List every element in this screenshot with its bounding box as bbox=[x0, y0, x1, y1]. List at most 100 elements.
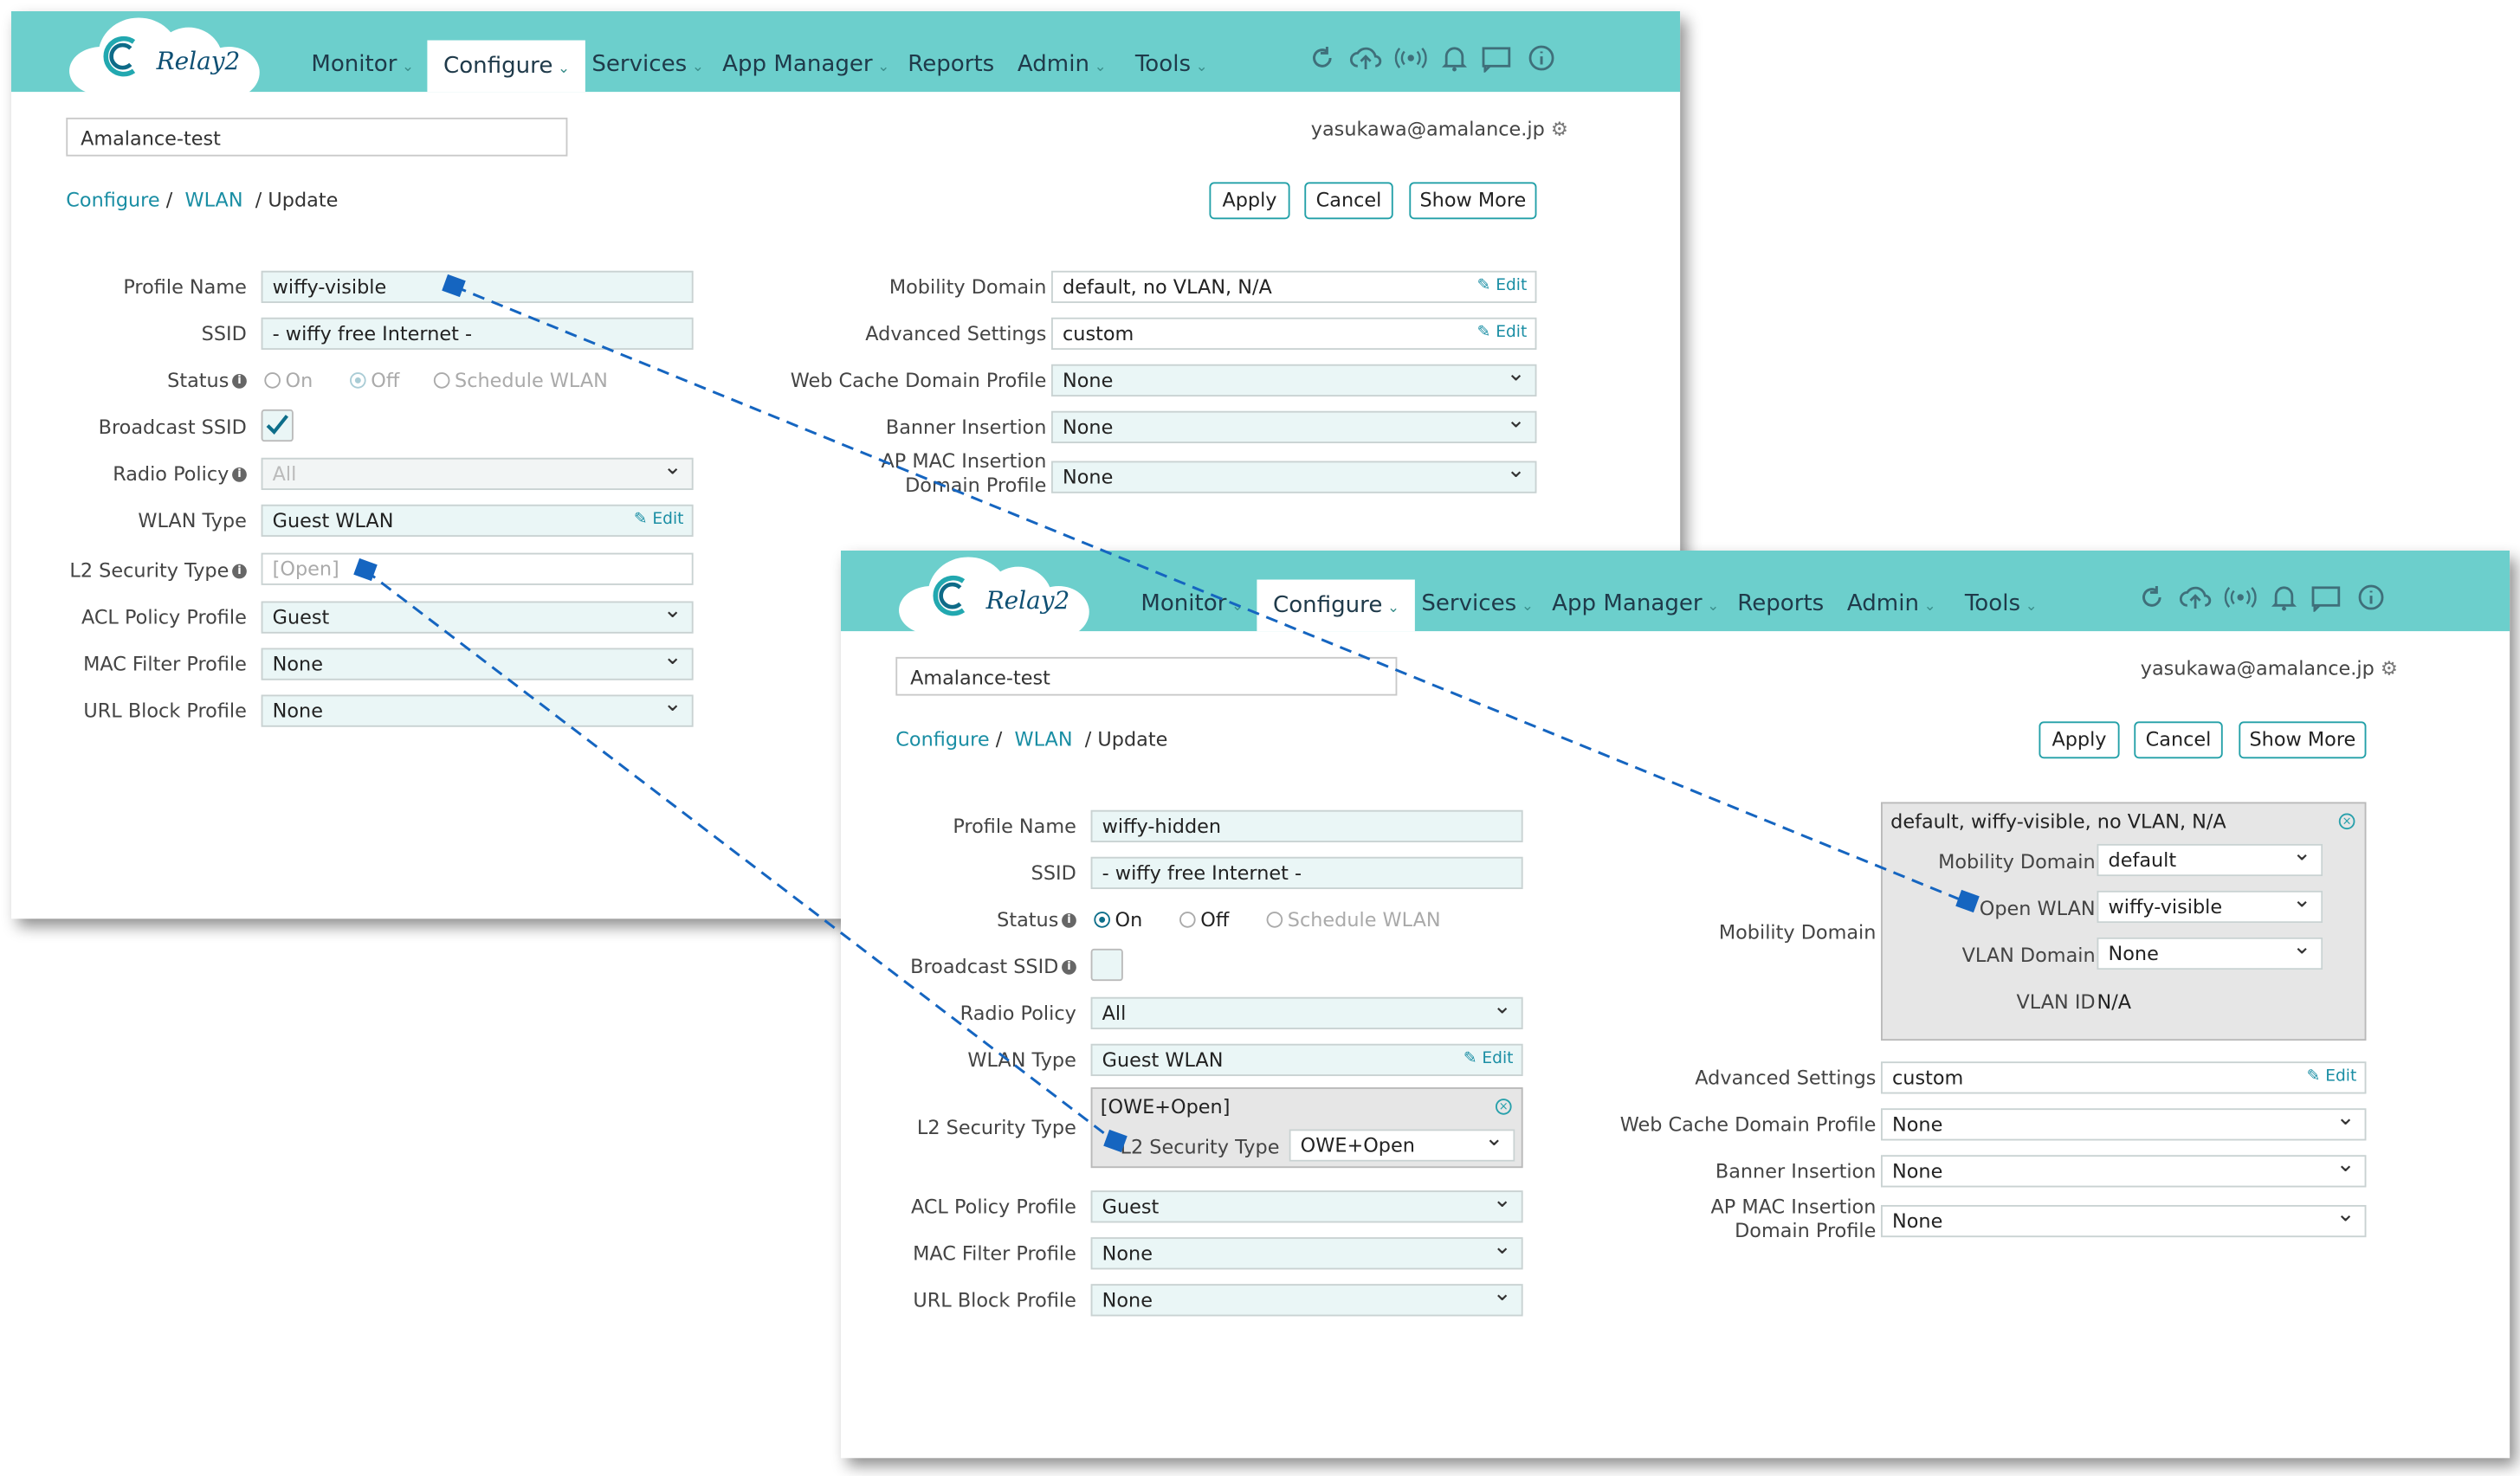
status-schedule-radio[interactable]: Schedule WLAN bbox=[433, 369, 608, 391]
profile-name-label: Profile Name bbox=[953, 815, 1076, 838]
chat-screen-icon[interactable] bbox=[2308, 583, 2343, 612]
advanced-settings-field[interactable]: custom ✎ Edit bbox=[1050, 317, 1537, 351]
status-off-radio[interactable]: Off bbox=[1179, 908, 1229, 931]
apply-button[interactable]: Apply bbox=[2039, 721, 2120, 759]
breadcrumb-wlan[interactable]: WLAN bbox=[184, 189, 242, 211]
acl-policy-profile-select[interactable]: Guest bbox=[1090, 1186, 1523, 1223]
advanced-settings-edit-button[interactable]: ✎ Edit bbox=[2307, 1063, 2357, 1092]
cancel-button[interactable]: Cancel bbox=[2134, 721, 2223, 759]
wlan-type-edit-button[interactable]: ✎ Edit bbox=[634, 506, 684, 536]
broadcast-ssid-checkbox[interactable] bbox=[1090, 948, 1123, 982]
mac-filter-profile-select[interactable]: None bbox=[1090, 1233, 1523, 1270]
status-on-radio[interactable]: On bbox=[264, 369, 313, 391]
settings-gear-icon[interactable]: ⚙ bbox=[1551, 118, 1568, 140]
show-more-button[interactable]: Show More bbox=[2239, 721, 2367, 759]
organization-selector[interactable]: Amalance-test bbox=[66, 117, 568, 157]
bell-icon[interactable] bbox=[2270, 583, 2299, 612]
nav-configure[interactable]: Configure ⌄ bbox=[1257, 579, 1416, 632]
status-info-icon[interactable]: i bbox=[1062, 912, 1076, 928]
wlan-type-field[interactable]: Guest WLAN ✎ Edit bbox=[261, 504, 694, 538]
bell-icon[interactable] bbox=[1440, 43, 1470, 73]
refresh-icon[interactable] bbox=[2137, 583, 2167, 612]
acl-policy-profile-select[interactable]: Guest bbox=[261, 596, 694, 634]
mobility-domain-close-icon[interactable]: × bbox=[2338, 813, 2355, 830]
url-block-profile-select[interactable]: None bbox=[1090, 1279, 1523, 1317]
breadcrumb-configure[interactable]: Configure bbox=[895, 728, 989, 751]
mobility-domain-edit-button[interactable]: ✎ Edit bbox=[1477, 273, 1528, 302]
status-off-radio[interactable]: Off bbox=[350, 369, 399, 391]
info-icon[interactable] bbox=[2356, 583, 2386, 612]
wireless-icon[interactable] bbox=[2224, 583, 2257, 612]
web-cache-domain-profile-select[interactable]: None bbox=[1880, 1104, 2367, 1141]
banner-insertion-select[interactable]: None bbox=[1050, 406, 1537, 444]
status-on-radio[interactable]: On bbox=[1094, 908, 1142, 931]
breadcrumb-wlan[interactable]: WLAN bbox=[1014, 728, 1072, 751]
advanced-settings-edit-button[interactable]: ✎ Edit bbox=[1477, 319, 1528, 349]
nav-admin[interactable]: Admin ⌄ bbox=[1018, 39, 1107, 93]
nav-tools[interactable]: Tools ⌄ bbox=[1965, 578, 2038, 633]
l2-security-type-input[interactable]: [Open] bbox=[261, 552, 694, 585]
apply-button[interactable]: Apply bbox=[1209, 182, 1290, 220]
status-schedule-radio[interactable]: Schedule WLAN bbox=[1266, 908, 1441, 931]
web-cache-domain-profile-select[interactable]: None bbox=[1050, 359, 1537, 397]
nav-services[interactable]: Services ⌄ bbox=[591, 39, 704, 93]
ap-mac-insertion-domain-profile-select[interactable]: None bbox=[1880, 1200, 2367, 1238]
l2-security-type-select[interactable]: OWE+Open bbox=[1289, 1125, 1515, 1162]
user-email[interactable]: yasukawa@amalance.jp ⚙ bbox=[1311, 118, 1568, 140]
mobility-domain-field[interactable]: default, no VLAN, N/A ✎ Edit bbox=[1050, 270, 1537, 304]
settings-gear-icon[interactable]: ⚙ bbox=[2381, 657, 2398, 680]
user-email[interactable]: yasukawa@amalance.jp ⚙ bbox=[2141, 657, 2398, 680]
relay2-logo[interactable]: Relay2 bbox=[895, 554, 1095, 641]
nav-configure[interactable]: Configure ⌄ bbox=[427, 40, 586, 93]
status-info-icon[interactable]: i bbox=[232, 373, 247, 389]
show-more-button[interactable]: Show More bbox=[1409, 182, 1537, 220]
wlan-type-label: WLAN Type bbox=[138, 509, 247, 532]
radio-policy-select[interactable]: All bbox=[261, 453, 694, 491]
radio-policy-info-icon[interactable]: i bbox=[232, 467, 247, 482]
banner-insertion-label: Banner Insertion bbox=[1715, 1159, 1877, 1183]
nav-monitor[interactable]: Monitor ⌄ bbox=[311, 39, 414, 93]
l2-security-close-icon[interactable]: × bbox=[1495, 1099, 1512, 1115]
wlan-type-field[interactable]: Guest WLAN ✎ Edit bbox=[1090, 1043, 1523, 1077]
cancel-button[interactable]: Cancel bbox=[1304, 182, 1393, 220]
banner-insertion-label: Banner Insertion bbox=[885, 416, 1047, 439]
chat-screen-icon[interactable] bbox=[1478, 43, 1514, 73]
cloud-upload-icon[interactable] bbox=[1349, 43, 1382, 73]
advanced-settings-field[interactable]: custom ✎ Edit bbox=[1880, 1061, 2367, 1094]
info-icon[interactable] bbox=[1527, 43, 1556, 73]
mobility-domain-select[interactable]: default bbox=[2097, 839, 2323, 877]
wireless-icon[interactable] bbox=[1394, 43, 1427, 73]
open-wlan-label: Open WLAN bbox=[1979, 897, 2096, 920]
status-label: Status i bbox=[167, 369, 247, 391]
relay2-logo[interactable]: Relay2 bbox=[66, 15, 266, 102]
nav-services[interactable]: Services ⌄ bbox=[1421, 578, 1534, 633]
breadcrumb-configure[interactable]: Configure bbox=[66, 189, 159, 211]
nav-admin[interactable]: Admin ⌄ bbox=[1847, 578, 1936, 633]
ssid-input[interactable]: - wiffy free Internet - bbox=[261, 317, 694, 351]
organization-selector[interactable]: Amalance-test bbox=[895, 656, 1398, 696]
nav-reports[interactable]: Reports bbox=[908, 39, 994, 93]
profile-name-input[interactable]: wiffy-hidden bbox=[1090, 809, 1523, 843]
wlan-type-edit-button[interactable]: ✎ Edit bbox=[1464, 1046, 1514, 1075]
cloud-upload-icon[interactable] bbox=[2179, 583, 2212, 612]
mac-filter-profile-select[interactable]: None bbox=[261, 643, 694, 680]
open-wlan-select[interactable]: wiffy-visible bbox=[2097, 886, 2323, 924]
profile-name-input[interactable]: wiffy-visible bbox=[261, 270, 694, 304]
ap-mac-insertion-domain-profile-select[interactable]: None bbox=[1050, 456, 1537, 493]
nav-monitor[interactable]: Monitor ⌄ bbox=[1140, 578, 1244, 633]
broadcast-ssid-label: Broadcast SSID i bbox=[910, 955, 1076, 977]
l2-security-info-icon[interactable]: i bbox=[232, 564, 247, 579]
vlan-id-label: VLAN ID bbox=[2016, 990, 2096, 1014]
vlan-domain-select[interactable]: None bbox=[2097, 932, 2323, 970]
url-block-profile-select[interactable]: None bbox=[261, 690, 694, 727]
broadcast-ssid-checkbox[interactable] bbox=[261, 409, 294, 442]
nav-app-manager[interactable]: App Manager ⌄ bbox=[1552, 578, 1719, 633]
ssid-input[interactable]: - wiffy free Internet - bbox=[1090, 856, 1523, 890]
radio-policy-select[interactable]: All bbox=[1090, 992, 1523, 1030]
nav-tools[interactable]: Tools ⌄ bbox=[1135, 39, 1208, 93]
broadcast-ssid-info-icon[interactable]: i bbox=[1062, 959, 1076, 975]
banner-insertion-select[interactable]: None bbox=[1880, 1151, 2367, 1188]
nav-reports[interactable]: Reports bbox=[1737, 578, 1824, 633]
refresh-icon[interactable] bbox=[1308, 43, 1337, 73]
nav-app-manager[interactable]: App Manager ⌄ bbox=[722, 39, 889, 93]
